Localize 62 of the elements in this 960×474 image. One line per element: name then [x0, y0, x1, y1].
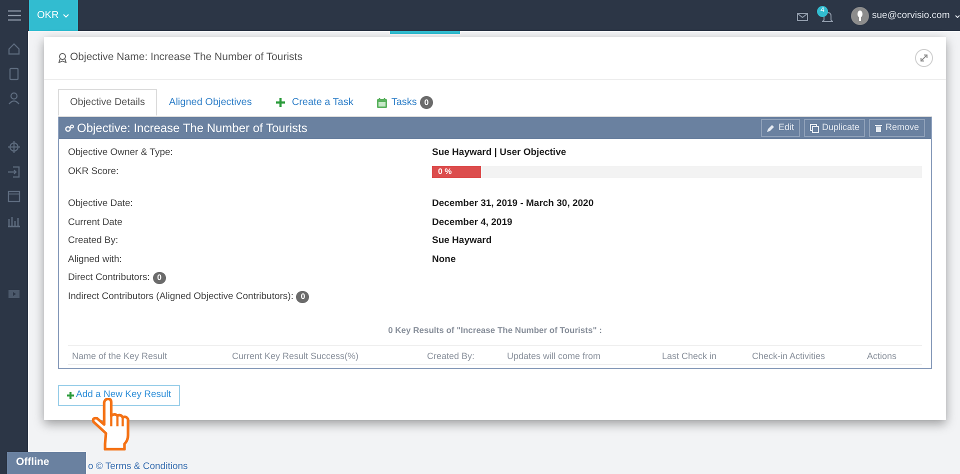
tab[interactable]: Objective Details [58, 89, 158, 116]
field-label: Created By: [68, 234, 120, 248]
copy-icon [810, 124, 819, 132]
count-badge: 0 [420, 96, 433, 109]
column-header: Last Check in [662, 351, 717, 361]
field-value: Sue Hayward [432, 234, 492, 248]
bell-icon[interactable] [822, 11, 833, 23]
offline-badge: Offline [7, 452, 86, 474]
tab[interactable]: Create a Task [264, 89, 366, 116]
column-header: Current Key Result Success(%) [232, 351, 359, 361]
calendar-icon[interactable] [7, 189, 21, 203]
field-label: Current Date [68, 216, 124, 230]
plus-icon [276, 98, 285, 107]
expand-icon [920, 54, 928, 62]
pencil-icon [767, 124, 776, 132]
score-text: 0 % [438, 166, 452, 178]
key-results-caption: 0 Key Results of "Increase The Number of Tourists" : [388, 325, 602, 335]
field-label: OKR Score: [68, 164, 120, 179]
menu-icon[interactable] [8, 10, 21, 21]
count-badge: 0 [152, 272, 166, 284]
user-menu[interactable]: sue@corvisio.com [872, 9, 960, 24]
login-icon[interactable] [7, 164, 21, 178]
field-label: Indirect Contributors (Aligned Objective Contributors): [68, 290, 294, 304]
app-menu[interactable]: OKR [29, 0, 78, 31]
field-label: Aligned with: [68, 252, 123, 267]
caret-icon [954, 14, 960, 18]
field-value: Sue Hayward | User Objective [432, 146, 566, 160]
edit-button[interactable]: Edit [761, 119, 800, 137]
gears-icon [65, 124, 74, 132]
avatar-icon[interactable] [851, 7, 869, 25]
field-value: December 4, 2019 [432, 216, 512, 230]
remove-button[interactable]: Remove [869, 119, 925, 137]
field-label: Objective Date: [68, 197, 134, 212]
field-value: None [432, 252, 456, 267]
column-header: Check-in Activities [752, 351, 826, 361]
duplicate-button[interactable]: Duplicate [804, 119, 866, 137]
plus-icon [67, 392, 74, 399]
add-key-result-button[interactable]: Add a New Key Result [58, 385, 180, 406]
terms-link[interactable]: o © Terms & Conditions [88, 460, 188, 474]
award-icon [58, 53, 67, 63]
trash-icon [875, 124, 882, 132]
tablet-icon[interactable] [7, 66, 21, 80]
crosshair-icon[interactable] [7, 140, 21, 154]
caret-icon [62, 14, 69, 18]
field-value: December 31, 2019 - March 30, 2020 [432, 197, 594, 212]
calendar-icon [377, 98, 388, 108]
count-badge: 0 [296, 290, 310, 303]
modal-title: Objective Name: Increase The Number of Tourists [70, 50, 302, 66]
user-icon[interactable] [7, 91, 21, 105]
column-header: Actions [867, 351, 897, 361]
mail-icon[interactable] [797, 13, 808, 21]
column-header: Name of the Key Result [72, 351, 168, 361]
field-label: Direct Contributors: [68, 271, 150, 286]
panel-title: Objective: Increase The Number of Tourists [77, 120, 308, 137]
field-label: Objective Owner & Type: [68, 146, 174, 160]
column-header: Created By: [427, 351, 475, 361]
tab[interactable]: Aligned Objectives [157, 89, 264, 116]
home-icon[interactable] [7, 42, 21, 56]
column-header: Updates will come from [507, 351, 601, 361]
tab[interactable]: Tasks 0 [365, 89, 445, 116]
video-icon[interactable] [7, 287, 21, 301]
expand-button[interactable] [915, 49, 933, 67]
